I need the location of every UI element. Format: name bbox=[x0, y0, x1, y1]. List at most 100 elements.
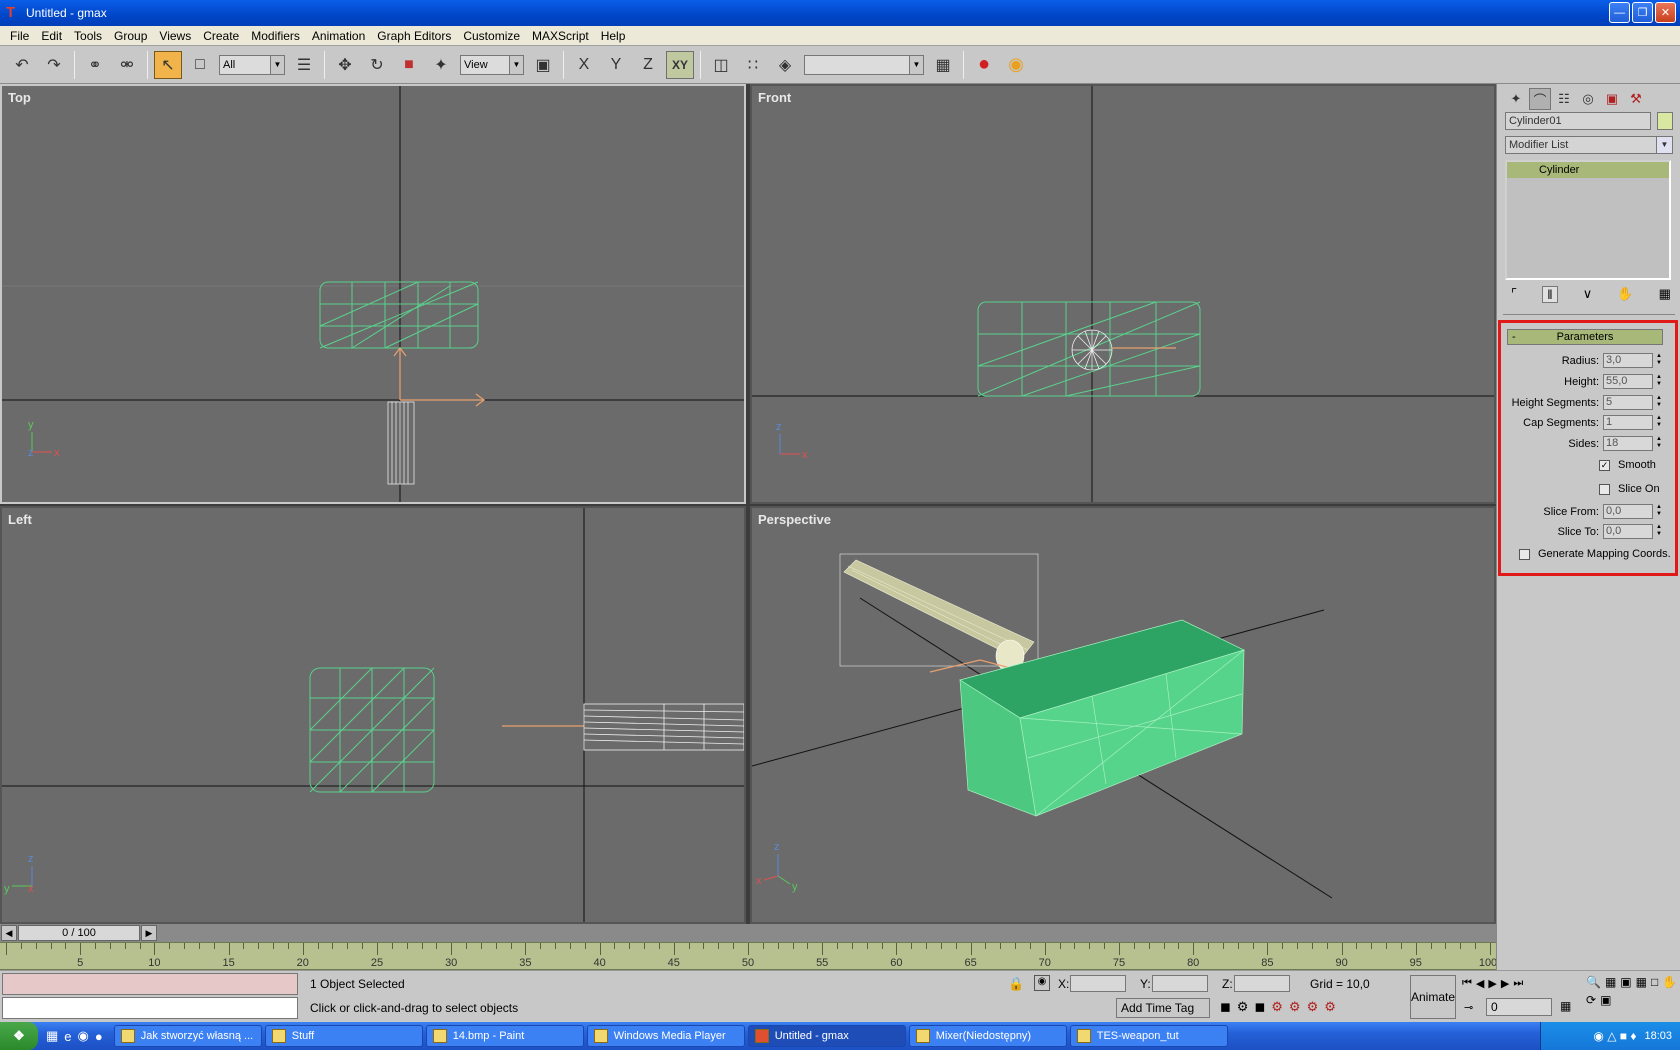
render-icon[interactable]: ◉ bbox=[1002, 51, 1030, 79]
move-key-icon[interactable]: ⚙ bbox=[1271, 999, 1283, 1015]
start-button[interactable]: ❖ bbox=[0, 1022, 38, 1050]
align-icon[interactable]: ◈ bbox=[771, 51, 799, 79]
y-coord-field[interactable] bbox=[1152, 975, 1208, 992]
redo-icon[interactable]: ↷ bbox=[40, 51, 68, 79]
zoom-all-icon[interactable]: ▦ bbox=[1605, 975, 1616, 989]
spinner-icon[interactable]: ▲ ▼ bbox=[1655, 504, 1663, 519]
spinner-icon[interactable]: ▲ ▼ bbox=[1655, 353, 1663, 368]
link-icon[interactable]: ⚭ bbox=[81, 51, 109, 79]
restrict-xy-button[interactable]: XY bbox=[666, 50, 694, 79]
configure-sets-icon[interactable]: ▦ bbox=[1659, 286, 1671, 303]
menu-modifiers[interactable]: Modifiers bbox=[245, 29, 306, 43]
track-bar[interactable]: 5 10 15 20 25 30 35 40 45 50 55 60 65 70 75 80 85 90 95 100 bbox=[0, 942, 1497, 970]
show-desktop-icon[interactable]: ▦ bbox=[46, 1028, 58, 1044]
animate-button[interactable]: Animate bbox=[1410, 975, 1456, 1019]
param-height-segments-field[interactable]: 5 bbox=[1603, 395, 1653, 410]
go-to-end-icon[interactable]: ⏭ bbox=[1513, 977, 1523, 990]
x-coord-field[interactable] bbox=[1070, 975, 1126, 992]
param-slice-from-field[interactable]: 0,0 bbox=[1603, 504, 1653, 519]
task-media-player[interactable]: Windows Media Player bbox=[586, 1025, 745, 1047]
array-icon[interactable]: ∷ bbox=[739, 51, 767, 79]
menu-group[interactable]: Group bbox=[108, 29, 153, 43]
object-color-swatch[interactable] bbox=[1657, 112, 1673, 130]
undo-icon[interactable]: ↶ bbox=[8, 51, 36, 79]
modifier-list-dropdown[interactable]: Modifier List ▼ bbox=[1505, 136, 1673, 154]
param-sides-field[interactable]: 18 bbox=[1603, 436, 1653, 451]
layer-manager-icon[interactable]: ▦ bbox=[929, 51, 957, 79]
mirror-icon[interactable]: ◫ bbox=[707, 51, 735, 79]
task-mixer[interactable]: Mixer(Niedostępny) bbox=[908, 1025, 1067, 1047]
param-height-field[interactable]: 55,0 bbox=[1603, 374, 1653, 389]
material-editor-icon[interactable]: ● bbox=[970, 51, 998, 79]
time-slider[interactable]: 0 / 100 bbox=[18, 925, 140, 941]
maximize-button[interactable]: ❐ bbox=[1632, 2, 1653, 23]
menu-tools[interactable]: Tools bbox=[68, 29, 108, 43]
modify-tab-icon[interactable]: ⌒ bbox=[1529, 88, 1551, 110]
scale-key-icon[interactable]: ⚙ bbox=[1289, 999, 1301, 1015]
rectangular-selection-icon[interactable]: □ bbox=[186, 51, 214, 79]
parameters-rollout-header[interactable]: - Parameters bbox=[1507, 329, 1663, 345]
viewport-perspective[interactable]: Perspective z x y bbox=[750, 506, 1496, 924]
restrict-z-button[interactable]: Z bbox=[634, 51, 662, 79]
viewport-left-label[interactable]: Left bbox=[8, 512, 32, 527]
hierarchy-tab-icon[interactable]: ☷ bbox=[1553, 88, 1575, 110]
task-paint[interactable]: 14.bmp - Paint bbox=[425, 1025, 584, 1047]
slice-on-option[interactable]: Slice On bbox=[1599, 483, 1660, 495]
unlink-icon[interactable]: ⚮ bbox=[113, 51, 141, 79]
param-radius-field[interactable]: 3,0 bbox=[1603, 353, 1653, 368]
spinner-icon[interactable]: ▲ ▼ bbox=[1655, 524, 1663, 539]
viewport-front[interactable]: Front z x bbox=[750, 84, 1496, 504]
scale-icon[interactable]: ■ bbox=[395, 51, 423, 79]
next-frame-icon[interactable]: ▶ bbox=[1501, 977, 1509, 990]
param-slice-to-field[interactable]: 0,0 bbox=[1603, 524, 1653, 539]
minimize-button[interactable]: — bbox=[1609, 2, 1630, 23]
time-config-icon[interactable]: ▦ bbox=[1560, 999, 1571, 1013]
play-icon[interactable]: ▶ bbox=[1488, 977, 1496, 990]
object-name-field[interactable]: Cylinder01 bbox=[1505, 112, 1651, 130]
current-frame-field[interactable]: 0 bbox=[1486, 998, 1552, 1016]
reference-coordinate-dropdown[interactable]: View ▼ bbox=[460, 54, 524, 75]
absolute-mode-icon[interactable]: ◉ bbox=[1034, 975, 1050, 991]
region-zoom-icon[interactable]: □ bbox=[1651, 975, 1658, 989]
slice-on-checkbox[interactable] bbox=[1599, 483, 1610, 495]
menu-create[interactable]: Create bbox=[197, 29, 245, 43]
viewport-left[interactable]: Left z y x bbox=[0, 506, 746, 924]
time-prev-icon[interactable]: ◀ bbox=[1, 925, 17, 941]
show-end-result-icon[interactable]: ‖ bbox=[1542, 286, 1558, 303]
key-mode-toggle-icon[interactable]: ⊸ bbox=[1464, 1001, 1473, 1014]
previous-frame-icon[interactable]: ◀ bbox=[1476, 977, 1484, 990]
set-key-icon[interactable]: ◼ bbox=[1220, 999, 1231, 1015]
pan-icon[interactable]: ✋ bbox=[1662, 975, 1677, 989]
menu-customize[interactable]: Customize bbox=[457, 29, 526, 43]
utilities-tab-icon[interactable]: ⚒ bbox=[1625, 88, 1647, 110]
restrict-x-button[interactable]: X bbox=[570, 51, 598, 79]
add-time-tag[interactable]: Add Time Tag bbox=[1116, 998, 1210, 1018]
zoom-extents-all-icon[interactable]: ▦ bbox=[1636, 975, 1647, 989]
zoom-extents-icon[interactable]: ▣ bbox=[1620, 975, 1631, 989]
task-jak-stworzyc[interactable]: Jak stworzyć własną ... bbox=[113, 1025, 262, 1047]
menu-graph-editors[interactable]: Graph Editors bbox=[371, 29, 457, 43]
toggle-key-icon[interactable]: ◼ bbox=[1254, 999, 1265, 1015]
smooth-option[interactable]: ✓ Smooth bbox=[1599, 459, 1656, 471]
pin-stack-icon[interactable]: ⌜ bbox=[1511, 286, 1517, 303]
manipulate-icon[interactable]: ✦ bbox=[427, 51, 455, 79]
media-icon[interactable]: ◉ bbox=[78, 1028, 89, 1044]
menu-file[interactable]: File bbox=[4, 29, 35, 43]
display-tab-icon[interactable]: ▣ bbox=[1601, 88, 1623, 110]
pivot-center-icon[interactable]: ▣ bbox=[529, 51, 557, 79]
tray-icons[interactable]: ◉ △ ■ ♦ bbox=[1593, 1029, 1636, 1043]
spinner-icon[interactable]: ▲ ▼ bbox=[1655, 374, 1663, 389]
generate-mapping-checkbox[interactable] bbox=[1519, 548, 1530, 560]
maximize-viewport-icon[interactable]: ▣ bbox=[1600, 993, 1611, 1007]
rotate-key-icon[interactable]: ⚙ bbox=[1307, 999, 1319, 1015]
task-stuff[interactable]: Stuff bbox=[264, 1025, 423, 1047]
param-cap-segments-field[interactable]: 1 bbox=[1603, 415, 1653, 430]
select-by-name-icon[interactable]: ☰ bbox=[290, 51, 318, 79]
make-unique-icon[interactable]: ∨ bbox=[1583, 286, 1593, 303]
viewport-perspective-label[interactable]: Perspective bbox=[758, 512, 831, 527]
firefox-icon[interactable]: ● bbox=[95, 1029, 103, 1044]
spinner-icon[interactable]: ▲ ▼ bbox=[1655, 395, 1663, 410]
time-next-icon[interactable]: ▶ bbox=[141, 925, 157, 941]
zoom-icon[interactable]: 🔍 bbox=[1586, 975, 1601, 989]
named-selection-dropdown[interactable]: ▼ bbox=[804, 54, 924, 75]
